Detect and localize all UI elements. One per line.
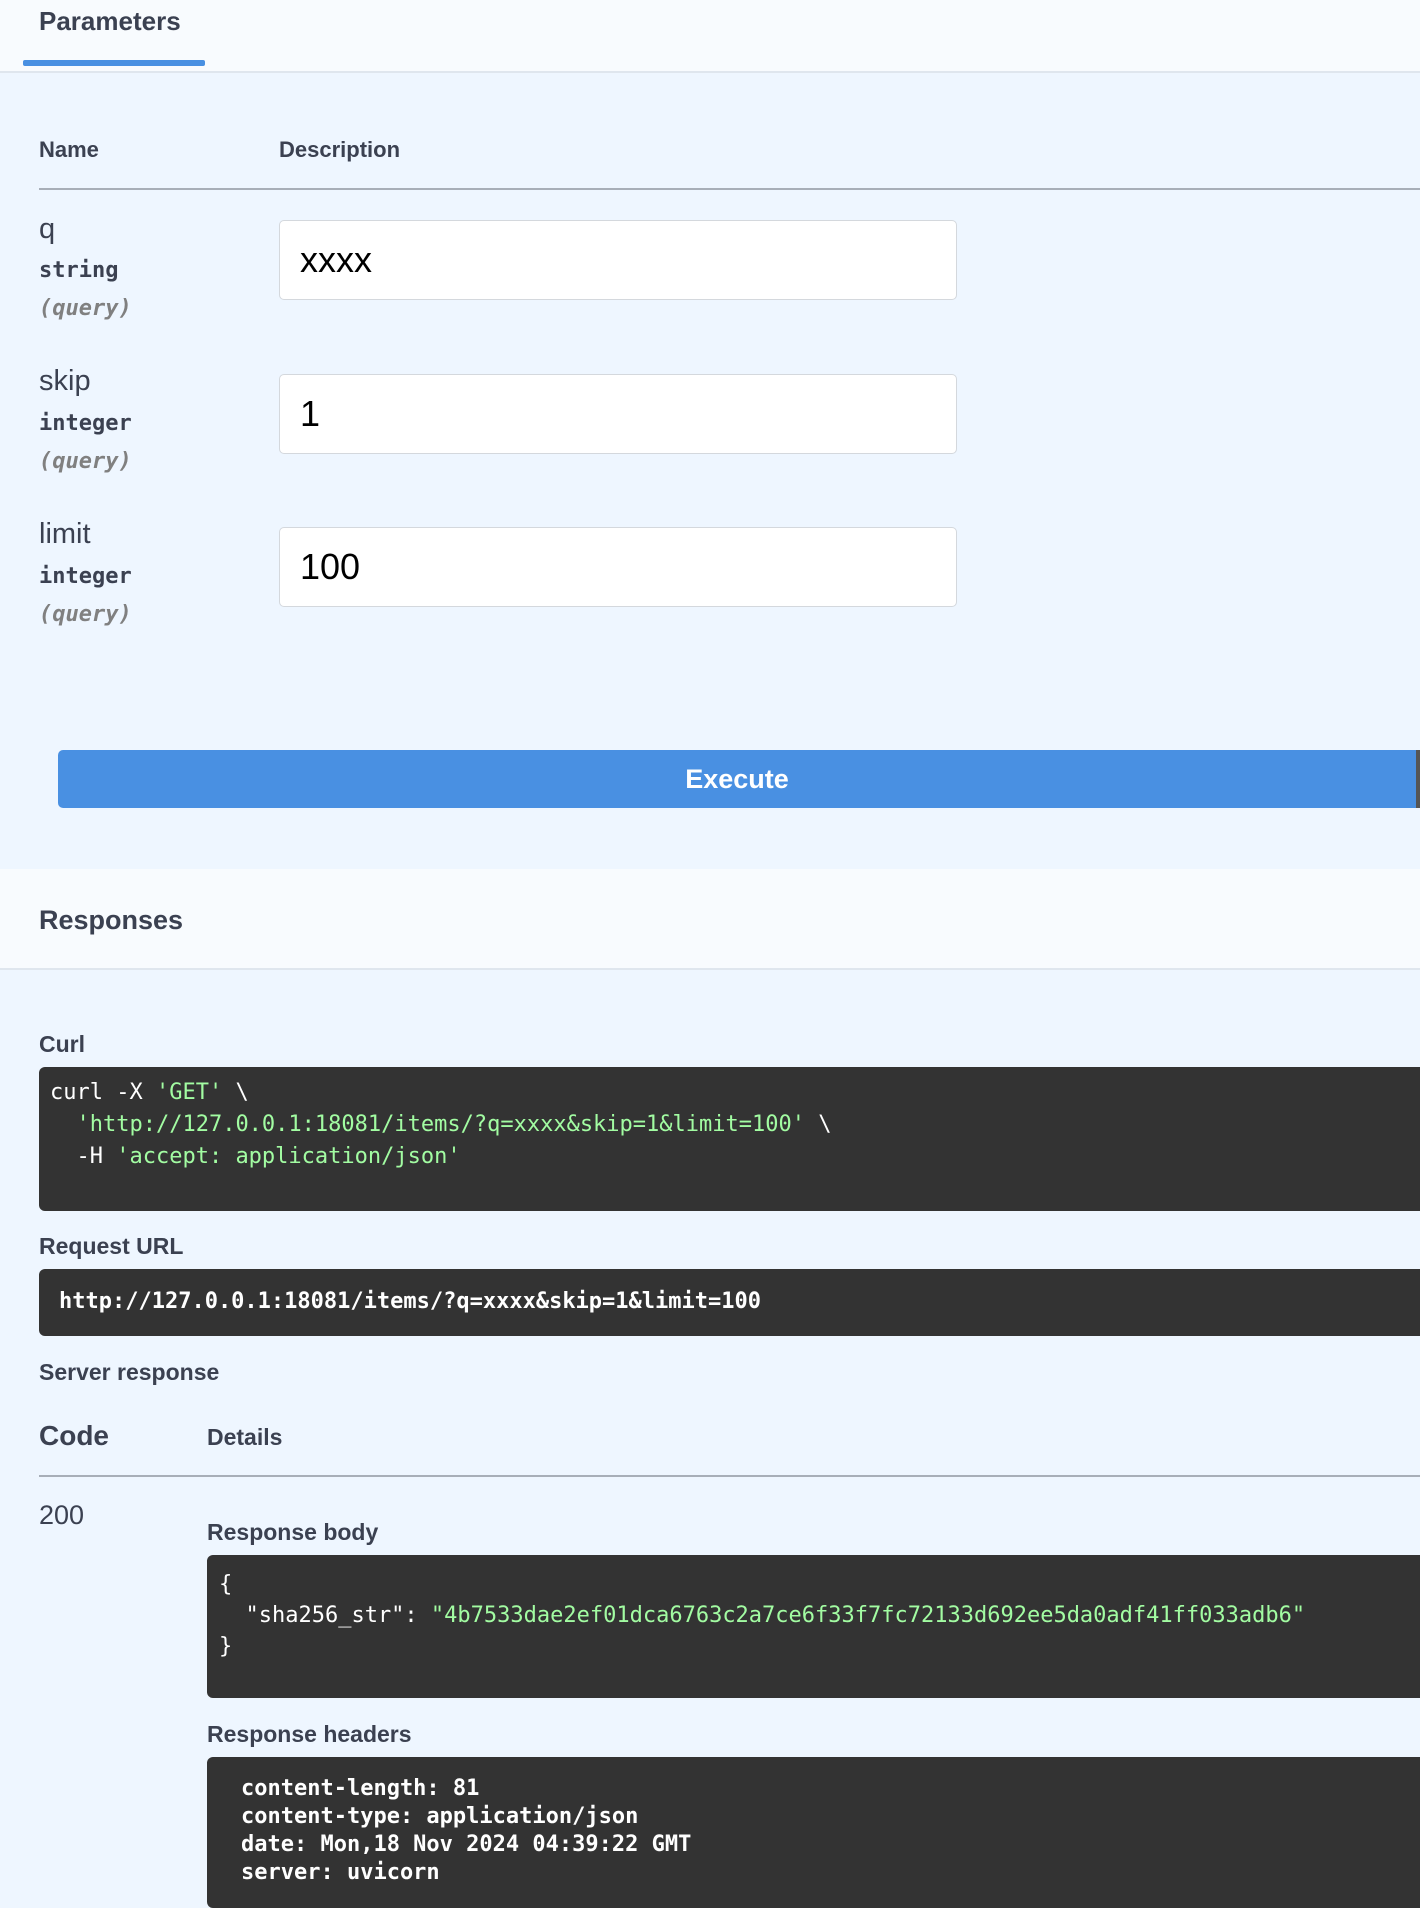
curl-string: 'http://127.0.0.1:18081/items/?q=xxxx&sk…: [76, 1112, 805, 1137]
header-line: content-type: application/json: [241, 1804, 639, 1829]
request-url: http://127.0.0.1:18081/items/?q=xxxx&ski…: [39, 1269, 1420, 1336]
responses-header: Responses: [0, 869, 1420, 970]
server-response-label: Server response: [39, 1359, 220, 1385]
curl-text: curl -X: [50, 1080, 156, 1105]
curl-label: Curl: [39, 1031, 85, 1057]
param-in: (query): [39, 296, 132, 321]
json-brace: {: [219, 1572, 233, 1597]
skip-input[interactable]: [279, 374, 957, 454]
tab-parameters[interactable]: Parameters: [39, 6, 181, 37]
param-name: q: [39, 213, 56, 245]
header-line: date: Mon,18 Nov 2024 04:39:22 GMT: [241, 1832, 692, 1857]
param-in: (query): [39, 449, 132, 474]
response-body-label: Response body: [207, 1519, 379, 1545]
curl-text: [50, 1112, 77, 1137]
limit-input[interactable]: [279, 527, 957, 607]
responses-title: Responses: [39, 905, 184, 935]
column-header-name: Name: [39, 137, 99, 162]
execute-button[interactable]: Execute: [58, 750, 1420, 808]
details-header: Details: [207, 1424, 283, 1450]
tab-bar: Parameters: [0, 0, 1420, 73]
divider: [39, 1475, 1420, 1477]
response-headers-label: Response headers: [207, 1721, 412, 1747]
json-brace: }: [219, 1634, 233, 1659]
curl-text: \: [222, 1080, 249, 1105]
curl-text: \: [804, 1112, 832, 1137]
json-value: "4b7533dae2ef01dca6763c2a7ce6f33f7fc7213…: [430, 1603, 1306, 1628]
curl-block: curl -X 'GET' \ 'http://127.0.0.1:18081/…: [39, 1067, 1420, 1211]
column-header-description: Description: [279, 137, 401, 162]
param-in: (query): [39, 602, 132, 627]
active-tab-indicator: [23, 60, 205, 66]
curl-string: 'accept: application/json': [116, 1144, 461, 1169]
code-header: Code: [39, 1420, 109, 1451]
request-url-label: Request URL: [39, 1233, 184, 1259]
curl-text: -H: [50, 1144, 117, 1169]
q-input[interactable]: [279, 220, 957, 300]
param-name: limit: [39, 518, 91, 550]
param-name: skip: [39, 365, 91, 397]
response-body: { "sha256_str": "4b7533dae2ef01dca6763c2…: [207, 1555, 1420, 1698]
param-type: string: [39, 258, 119, 283]
header-line: server: uvicorn: [241, 1860, 440, 1885]
param-type: integer: [39, 564, 132, 589]
divider: [39, 188, 1420, 190]
response-headers: content-length: 81 content-type: applicat…: [207, 1757, 1420, 1908]
curl-string: 'GET': [155, 1080, 223, 1105]
header-line: content-length: 81: [241, 1776, 480, 1801]
response-code: 200: [39, 1500, 85, 1530]
json-key: "sha256_str":: [219, 1603, 431, 1628]
param-type: integer: [39, 411, 132, 436]
